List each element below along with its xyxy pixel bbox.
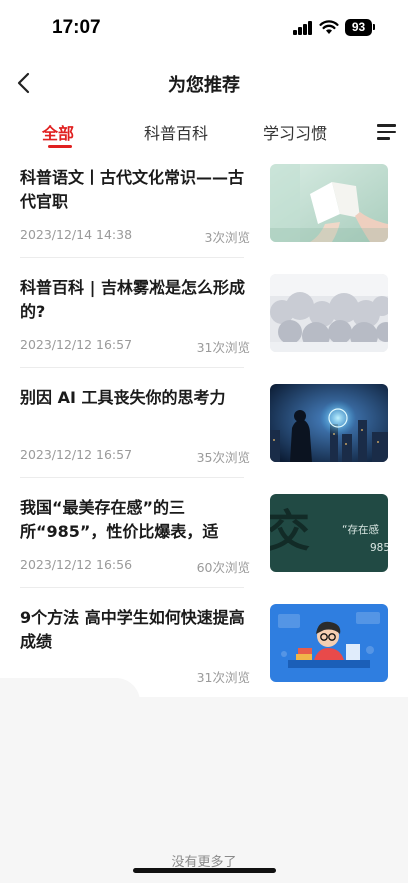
- home-indicator[interactable]: [133, 868, 276, 873]
- divider: [20, 257, 244, 258]
- status-bar: 17:07 93: [0, 0, 408, 56]
- status-time: 17:07: [52, 17, 101, 38]
- frosted-trees-image[interactable]: [270, 274, 388, 352]
- article-date: 2023/12/12 16:57: [20, 337, 133, 352]
- student-illustration-image[interactable]: [270, 604, 388, 682]
- footer-area-edge: [0, 678, 140, 702]
- tab-study-habits[interactable]: 学习习惯: [263, 120, 327, 144]
- article-title[interactable]: 别因 AI 工具丧失你的思考力: [20, 386, 245, 434]
- reading-book-image[interactable]: [270, 164, 388, 242]
- article-views: 31次浏览: [196, 340, 250, 355]
- divider: [20, 587, 244, 588]
- ai-city-image[interactable]: [270, 384, 388, 462]
- article-date: 2023/12/14 14:38: [20, 227, 133, 242]
- article-date: 2023/12/12 16:57: [20, 447, 133, 462]
- article-date: 2023/12/12 16:56: [20, 557, 133, 572]
- cellular-signal-icon: [293, 21, 313, 35]
- category-tabs: 全部 科普百科 学习习惯: [0, 114, 408, 154]
- battery-level-badge: 93: [345, 19, 372, 36]
- active-tab-indicator: [48, 145, 72, 148]
- thumb-big-char: 交: [270, 506, 310, 557]
- thumb-number: 985: [370, 542, 388, 554]
- battery-tip: [373, 24, 375, 30]
- article-views: 35次浏览: [196, 450, 250, 465]
- tab-science-encyclopedia[interactable]: 科普百科: [144, 120, 208, 144]
- tab-all[interactable]: 全部: [42, 120, 74, 144]
- article-views: 3次浏览: [204, 230, 250, 245]
- school-banner-image[interactable]: 交 “存在感 985: [270, 494, 388, 572]
- wifi-icon: [319, 20, 339, 34]
- nav-header: 为您推荐: [0, 60, 408, 106]
- list-item[interactable]: 别因 AI 工具丧失你的思考力 2023/12/12 16:57 35次浏览: [0, 380, 408, 490]
- article-title[interactable]: 科普语文丨古代文化常识——古代官职: [20, 166, 245, 214]
- article-views: 60次浏览: [196, 560, 250, 575]
- article-views: 31次浏览: [196, 670, 250, 685]
- thumb-caption: “存在感: [342, 524, 379, 536]
- article-title[interactable]: 科普百科 | 吉林雾凇是怎么形成的?: [20, 276, 245, 324]
- divider: [20, 477, 244, 478]
- article-title[interactable]: 9个方法 高中学生如何快速提高成绩: [20, 606, 245, 654]
- list-item[interactable]: 科普语文丨古代文化常识——古代官职 2023/12/14 14:38 3次浏览: [0, 160, 408, 270]
- page-title: 为您推荐: [168, 75, 240, 96]
- article-title[interactable]: 我国“最美存在感”的三所“985”，性价比爆表，适合…: [20, 496, 245, 544]
- divider: [20, 367, 244, 368]
- menu-icon[interactable]: [377, 124, 396, 140]
- list-item[interactable]: 科普百科 | 吉林雾凇是怎么形成的? 2023/12/12 16:57 31次浏…: [0, 270, 408, 380]
- list-item[interactable]: 我国“最美存在感”的三所“985”，性价比爆表，适合… 2023/12/12 1…: [0, 490, 408, 600]
